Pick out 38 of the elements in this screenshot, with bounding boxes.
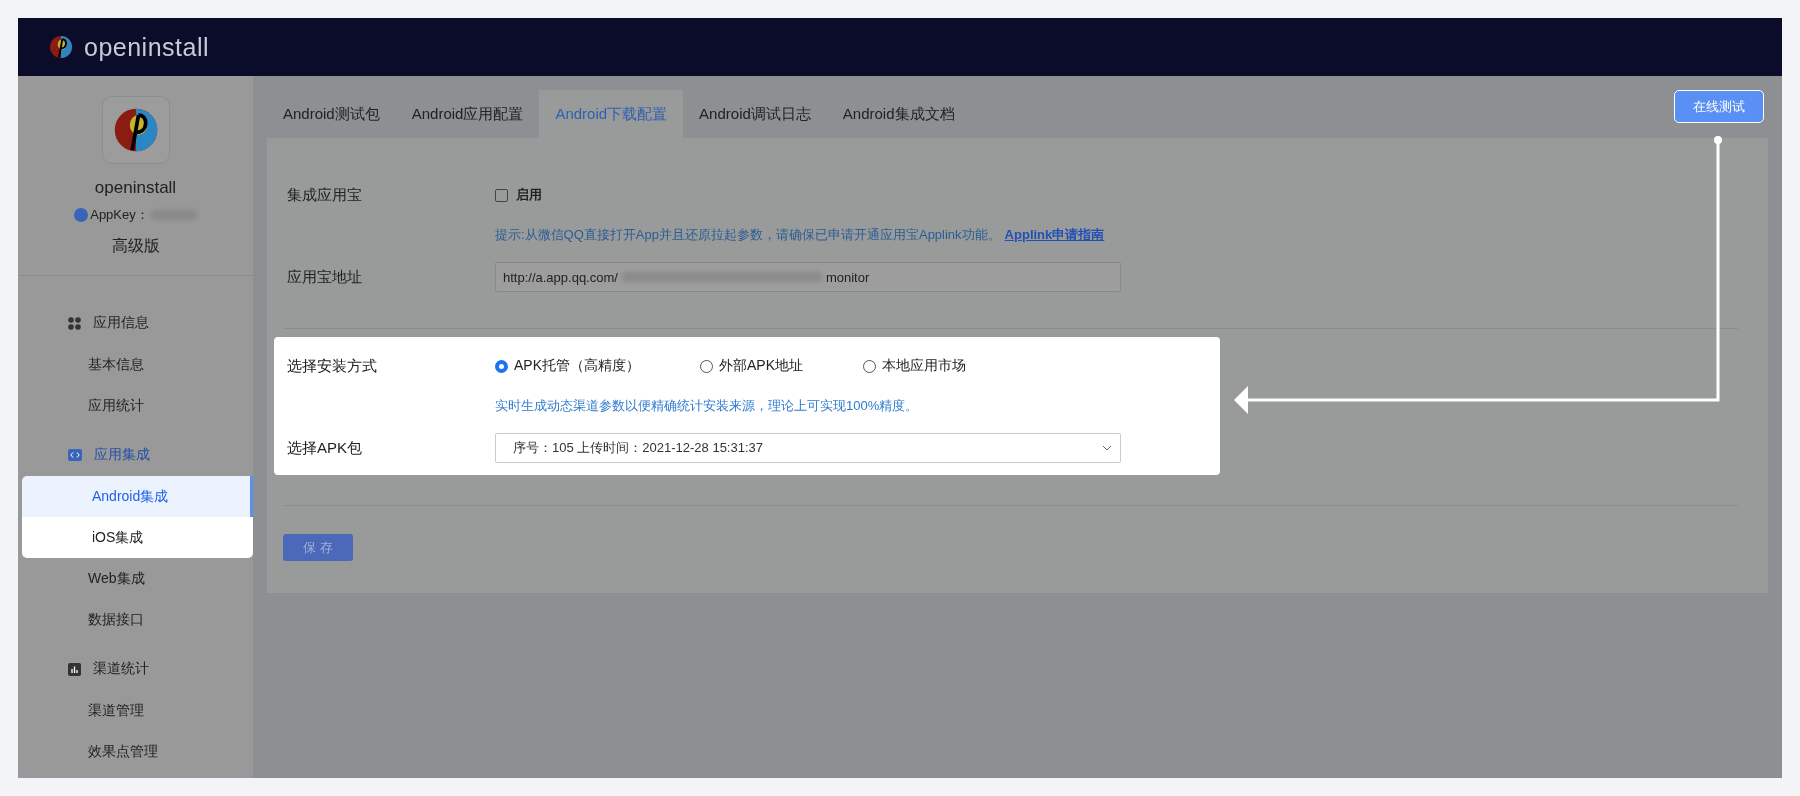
menu-item[interactable]: 渠道管理 xyxy=(18,690,253,731)
grid-icon xyxy=(68,316,81,330)
menu-item[interactable]: 效果点管理 xyxy=(18,731,253,772)
logo-icon xyxy=(48,34,74,60)
radio-option[interactable]: APK托管（高精度） xyxy=(495,357,640,375)
menu-item[interactable]: 应用统计 xyxy=(18,385,253,426)
field-label: 选择APK包 xyxy=(287,438,363,458)
radio-option[interactable]: 本地应用市场 xyxy=(863,357,967,375)
menu-item[interactable]: Android集成 xyxy=(22,476,253,517)
menu-item[interactable]: iOS集成 xyxy=(22,517,253,558)
menu-item[interactable]: 数据接口 xyxy=(18,599,253,640)
online-test-button[interactable]: 在线测试 xyxy=(1674,90,1764,123)
tab[interactable]: Android集成文档 xyxy=(826,90,971,138)
field-label: 应用宝地址 xyxy=(287,267,363,287)
brand-name: openinstall xyxy=(84,32,210,62)
menu-group-title[interactable]: 渠道统计 xyxy=(93,660,149,678)
url-field[interactable]: http://a.app.qq.com/ monitor xyxy=(495,262,1121,292)
menu-item[interactable]: 基本信息 xyxy=(18,344,253,385)
radio-option[interactable]: 外部APK地址 xyxy=(700,357,804,375)
bar-chart-icon xyxy=(68,662,81,676)
apk-select[interactable]: 序号：105 上传时间：2021-12-28 15:31:37 xyxy=(495,433,1121,463)
field-label: 选择安装方式 xyxy=(287,356,378,376)
menu-item[interactable]: Web集成 xyxy=(18,558,253,599)
checkbox[interactable] xyxy=(495,188,508,202)
tab[interactable]: Android调试日志 xyxy=(683,90,827,138)
appkey-label: AppKey： xyxy=(90,206,149,224)
chevron-down-icon xyxy=(1102,445,1112,451)
plan-label: 高级版 xyxy=(111,236,160,256)
help-icon xyxy=(74,208,89,222)
app-name: openinstall xyxy=(94,178,177,198)
checkbox-label: 启用 xyxy=(516,186,542,204)
hint-text: 实时生成动态渠道参数以便精确统计安装来源，理论上可实现100%精度。 xyxy=(494,397,920,415)
hint-text: 提示:从微信QQ直接打开App并且还原拉起参数，请确保已申请开通应用宝Applink功能。 Applink申请指南 xyxy=(494,226,1106,244)
tab[interactable]: Android测试包 xyxy=(267,90,396,138)
code-icon xyxy=(68,449,82,461)
field-label: 集成应用宝 xyxy=(287,185,363,205)
tab[interactable]: Android应用配置 xyxy=(395,90,540,138)
menu-group-title[interactable]: 应用信息 xyxy=(93,314,149,332)
